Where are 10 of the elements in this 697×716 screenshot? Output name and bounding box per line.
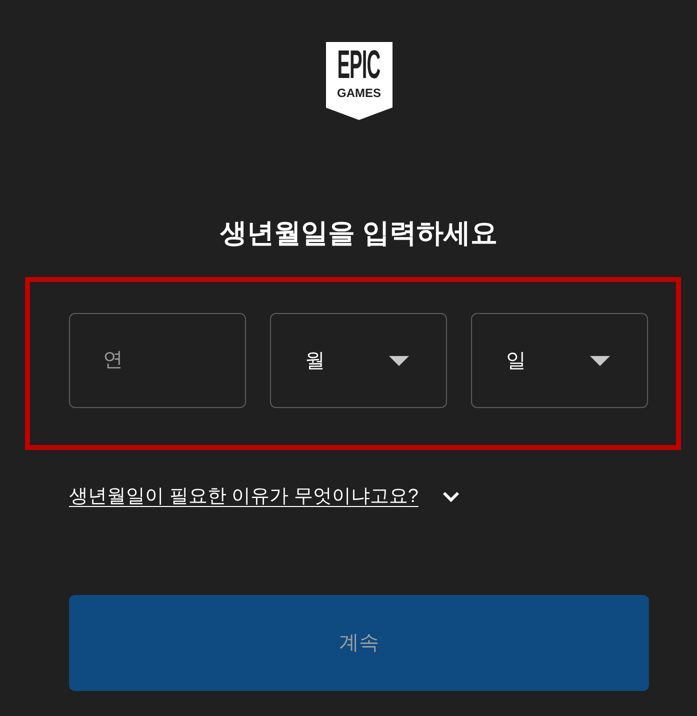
caret-down-icon	[590, 356, 610, 366]
page-heading: 생년월일을 입력하세요	[219, 217, 499, 250]
logo-text: GAMES	[336, 86, 381, 100]
month-dropdown[interactable]: 월	[270, 313, 447, 408]
year-field[interactable]: 연	[69, 313, 246, 408]
day-dropdown[interactable]: 일	[471, 313, 648, 408]
chevron-down-icon[interactable]	[442, 491, 460, 503]
why-link[interactable]: 생년월일이 필요한 이유가 무엇이냐고요?	[69, 483, 418, 511]
caret-down-icon	[389, 356, 409, 366]
logo-text: EPIC	[338, 45, 380, 85]
